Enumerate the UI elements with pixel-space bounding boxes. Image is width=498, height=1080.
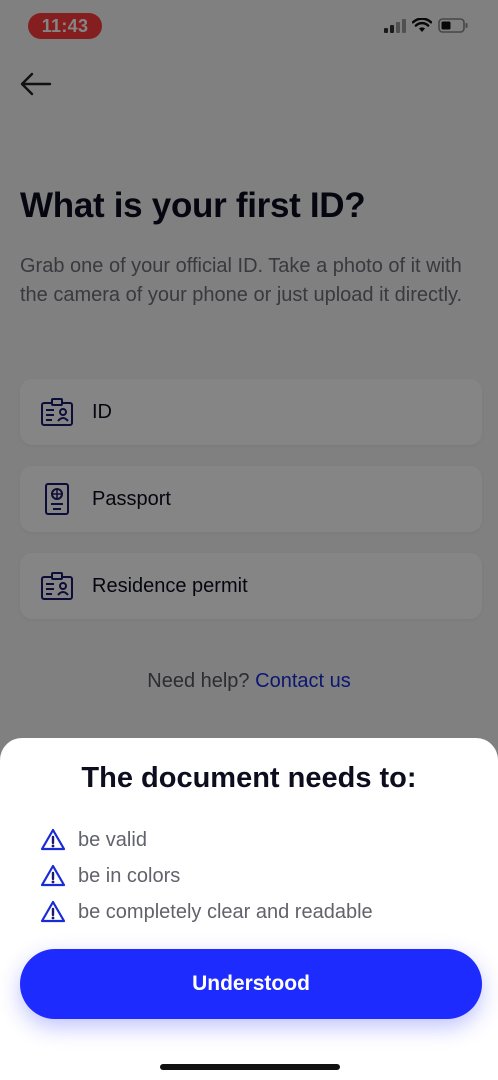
- warning-icon: [40, 828, 66, 851]
- requirements-bottom-sheet: The document needs to: be valid be in co…: [0, 738, 498, 1080]
- requirement-text: be in colors: [78, 864, 181, 887]
- list-item: be valid: [40, 822, 373, 858]
- sheet-title: The document needs to:: [81, 762, 417, 794]
- home-indicator: [160, 1064, 340, 1070]
- requirement-text: be completely clear and readable: [78, 900, 373, 923]
- list-item: be completely clear and readable: [40, 894, 373, 930]
- requirement-text: be valid: [78, 828, 147, 851]
- understood-button[interactable]: Understood: [20, 949, 482, 1019]
- list-item: be in colors: [40, 858, 373, 894]
- warning-icon: [40, 864, 66, 887]
- requirements-list: be valid be in colors be completely clea…: [40, 822, 373, 930]
- warning-icon: [40, 900, 66, 923]
